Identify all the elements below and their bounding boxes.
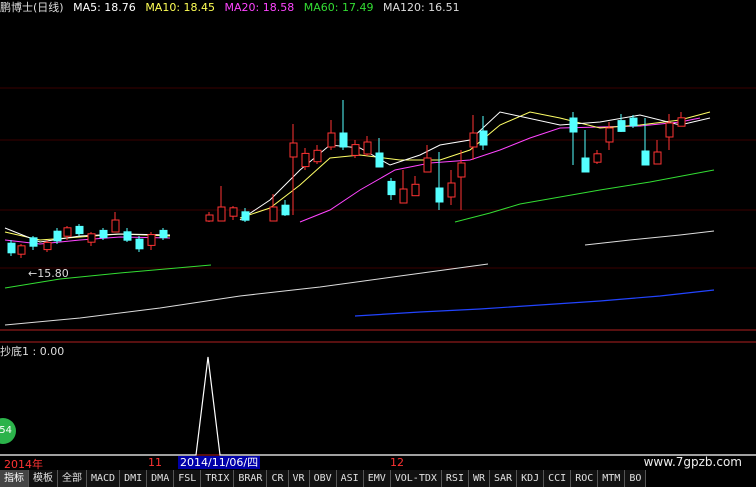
candle-body: [43, 241, 52, 251]
candle-body: [423, 157, 432, 173]
ma10-label: MA10: 18.45: [145, 1, 216, 14]
tab-17[interactable]: WR: [468, 470, 491, 487]
tab-10[interactable]: CR: [267, 470, 289, 487]
ma10-line-mid: [239, 111, 711, 219]
chart-title: 鹏博士(日线): [0, 1, 64, 14]
ma120-line: [4, 263, 489, 326]
candle-body: [617, 120, 626, 132]
candle-body: [665, 122, 674, 138]
candle-body: [229, 207, 238, 217]
candle-body: [399, 188, 408, 204]
tab-22[interactable]: MTM: [598, 470, 626, 487]
candle-body: [375, 152, 384, 168]
candle-body: [629, 117, 638, 127]
candle-body: [411, 183, 420, 197]
tab-12[interactable]: OBV: [309, 470, 337, 487]
candle-body: [217, 206, 226, 222]
candle-body: [457, 162, 466, 178]
indicator-spike: [0, 356, 756, 456]
ma120-label: MA120: 16.51: [382, 1, 460, 14]
date-dec: 12: [390, 456, 404, 469]
candle-body: [641, 150, 650, 166]
candle-body: [327, 132, 336, 148]
candle-body: [653, 151, 662, 165]
candle-body: [301, 152, 310, 168]
candle-body: [435, 187, 444, 203]
ma120-line-right: [584, 230, 715, 246]
indicator-title: 抄底1 : 0.00: [0, 345, 65, 358]
candle-body: [479, 130, 488, 146]
ma20-label: MA20: 18.58: [224, 1, 295, 14]
ma5-label: MA5: 18.76: [73, 1, 136, 14]
tab-14[interactable]: EMV: [363, 470, 391, 487]
candle-body: [677, 117, 686, 127]
candle-body: [123, 231, 132, 241]
candle-body: [339, 132, 348, 148]
candle-body: [363, 141, 372, 155]
tab-13[interactable]: ASI: [336, 470, 364, 487]
tab-5[interactable]: DMI: [120, 470, 148, 487]
tab-20[interactable]: CCI: [544, 470, 572, 487]
candle-body: [605, 127, 614, 143]
ma-legend: 鹏博士(日线) MA5: 18.76 MA10: 18.45 MA20: 18.…: [0, 0, 756, 16]
candle-body: [7, 242, 16, 254]
tab-2[interactable]: 模板: [29, 470, 58, 487]
tab-21[interactable]: ROC: [571, 470, 599, 487]
tab-11[interactable]: VR: [288, 470, 310, 487]
candle-body: [313, 149, 322, 163]
candle-body: [593, 153, 602, 163]
candle-body: [241, 211, 250, 221]
candle-body: [29, 237, 38, 247]
watermark: www.7gpzb.com: [643, 455, 742, 469]
candle-body: [447, 182, 456, 198]
candle-body: [159, 229, 168, 239]
candle-body: [111, 219, 120, 233]
candle-body: [147, 234, 156, 246]
tab-7[interactable]: FSL: [174, 470, 202, 487]
candle-body: [205, 214, 214, 222]
candle-body: [469, 132, 478, 148]
tab-4[interactable]: MACD: [87, 470, 121, 487]
ma5-line-mid: [239, 111, 711, 221]
tab-3[interactable]: 全部: [58, 470, 87, 487]
candle-body: [63, 227, 72, 237]
candle-body: [569, 117, 578, 133]
candle-body: [387, 180, 396, 196]
tab-9[interactable]: BRAR: [234, 470, 268, 487]
candle-body: [281, 204, 290, 216]
candle-body: [269, 206, 278, 222]
tab-15[interactable]: VOL-TDX: [390, 470, 442, 487]
tab-6[interactable]: DMA: [147, 470, 175, 487]
candle-body: [17, 245, 26, 255]
ma250-line: [354, 289, 715, 317]
ma60-label: MA60: 17.49: [303, 1, 374, 14]
candle-body: [99, 229, 108, 239]
tab-18[interactable]: SAR: [490, 470, 518, 487]
candle-body: [289, 142, 298, 158]
candle-body: [53, 230, 62, 242]
date-nov: 11: [148, 456, 162, 469]
tab-19[interactable]: KDJ: [517, 470, 545, 487]
candle-body: [581, 157, 590, 173]
indicator-tabs: 指标 模板 全部 MACD DMI DMA FSL TRIX BRAR CR VR OBV ASI EMV…: [0, 470, 756, 487]
low-price-label: ←15.80: [28, 267, 69, 280]
date-axis: 2014年 11 2014/11/06/四 12: [0, 456, 756, 471]
tab-16[interactable]: RSI: [441, 470, 469, 487]
candle-body: [75, 225, 84, 235]
date-cursor: 2014/11/06/四: [178, 456, 261, 469]
tab-23[interactable]: BO: [625, 470, 647, 487]
ma60-line-mid: [454, 169, 715, 223]
candle-body: [135, 238, 144, 250]
tab-8[interactable]: TRIX: [201, 470, 235, 487]
ma20-line-mid: [299, 117, 701, 223]
candlestick-chart[interactable]: [0, 0, 756, 487]
candle-body: [87, 233, 96, 243]
tab-1[interactable]: 指标: [0, 470, 29, 487]
candle-body: [351, 144, 360, 156]
